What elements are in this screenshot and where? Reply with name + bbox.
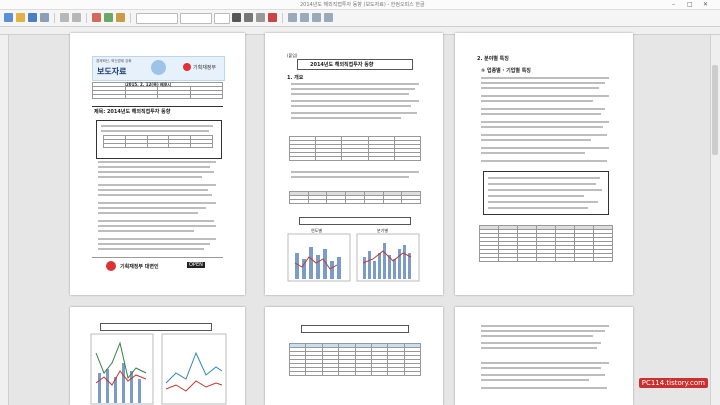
- window-title: 2014년도 해외직접투자 동향 (보도자료) - 한컴오피스 한글: [300, 2, 425, 8]
- page-5[interactable]: [265, 307, 443, 405]
- page2-charts: [287, 233, 420, 282]
- page1-heading: 제목: 2014년도 해외직접투자 동향: [94, 109, 171, 115]
- attachment-tag: (붙임): [287, 53, 298, 58]
- justify-icon[interactable]: [324, 13, 333, 22]
- bottom-org: 기획재정부 대변인: [120, 264, 159, 270]
- ministry-name: 기획재정부: [193, 65, 217, 71]
- open-folder-icon[interactable]: [16, 13, 25, 22]
- banner-tagline: 경제혁신, 혁신경제 강화: [96, 59, 132, 63]
- page2-section: 1. 개요: [287, 75, 304, 81]
- new-document-icon[interactable]: [4, 13, 13, 22]
- page3-subsection: ① 업종별 · 기업별 특징: [481, 68, 531, 74]
- page2-title: 2014년도 해외직접투자 동향: [310, 62, 374, 68]
- watermark: PC114.tistory.com: [638, 378, 708, 388]
- italic-icon[interactable]: [244, 13, 253, 22]
- scroll-thumb[interactable]: [712, 65, 718, 155]
- maximize-icon[interactable]: □: [687, 1, 693, 8]
- ministry-logo-icon: [106, 261, 116, 271]
- align-left-icon[interactable]: [288, 13, 297, 22]
- page2-table-1: [288, 136, 422, 161]
- summary-box: [96, 120, 222, 159]
- report-date: 2015. 2. 12(목) 배포시: [126, 82, 172, 87]
- page2-table-2: [289, 191, 421, 204]
- underline-icon[interactable]: [256, 13, 265, 22]
- summary-table: [103, 135, 213, 148]
- page-6[interactable]: [455, 307, 633, 405]
- page-1[interactable]: 경제혁신, 혁신경제 강화 보도자료 기획재정부 2015. 2. 12(목) …: [70, 33, 245, 295]
- page-2[interactable]: (붙임) 2014년도 해외직접투자 동향 1. 개요 연도별 분기별: [265, 33, 443, 295]
- save-icon[interactable]: [28, 13, 37, 22]
- page3-box: [483, 171, 609, 215]
- align-center-icon[interactable]: [300, 13, 309, 22]
- page-3[interactable]: 2. 분야별 특징 ① 업종별 · 기업별 특징: [455, 33, 633, 295]
- close-icon[interactable]: ✕: [703, 1, 708, 8]
- report-label: 보도자료: [97, 67, 127, 76]
- page5-table: [288, 343, 422, 376]
- page4-chart: [90, 333, 227, 405]
- vertical-scrollbar[interactable]: [710, 35, 720, 405]
- emblem-icon: [151, 60, 166, 75]
- open-badge: OPEN: [187, 262, 205, 268]
- page-4[interactable]: [70, 307, 245, 405]
- page3-section: 2. 분야별 특징: [477, 56, 509, 62]
- toolbar: [0, 10, 720, 27]
- minimize-icon[interactable]: –: [672, 1, 675, 8]
- style-dropdown[interactable]: [136, 13, 178, 24]
- redo-icon[interactable]: [72, 13, 81, 22]
- paste-icon[interactable]: [116, 13, 125, 22]
- copy-icon[interactable]: [104, 13, 113, 22]
- bold-icon[interactable]: [232, 13, 241, 22]
- align-right-icon[interactable]: [312, 13, 321, 22]
- font-size-dropdown[interactable]: [214, 13, 230, 24]
- undo-icon[interactable]: [60, 13, 69, 22]
- font-dropdown[interactable]: [180, 13, 212, 24]
- page3-table: [479, 225, 613, 262]
- government-logo-icon: [183, 63, 191, 71]
- font-color-icon[interactable]: [268, 13, 277, 22]
- title-bar: 2014년도 해외직접투자 동향 (보도자료) - 한컴오피스 한글 – □ ✕: [0, 0, 720, 10]
- banner: 경제혁신, 혁신경제 강화 보도자료 기획재정부: [92, 56, 225, 81]
- cut-icon[interactable]: [92, 13, 101, 22]
- print-icon[interactable]: [40, 13, 49, 22]
- vertical-ruler: [0, 35, 9, 405]
